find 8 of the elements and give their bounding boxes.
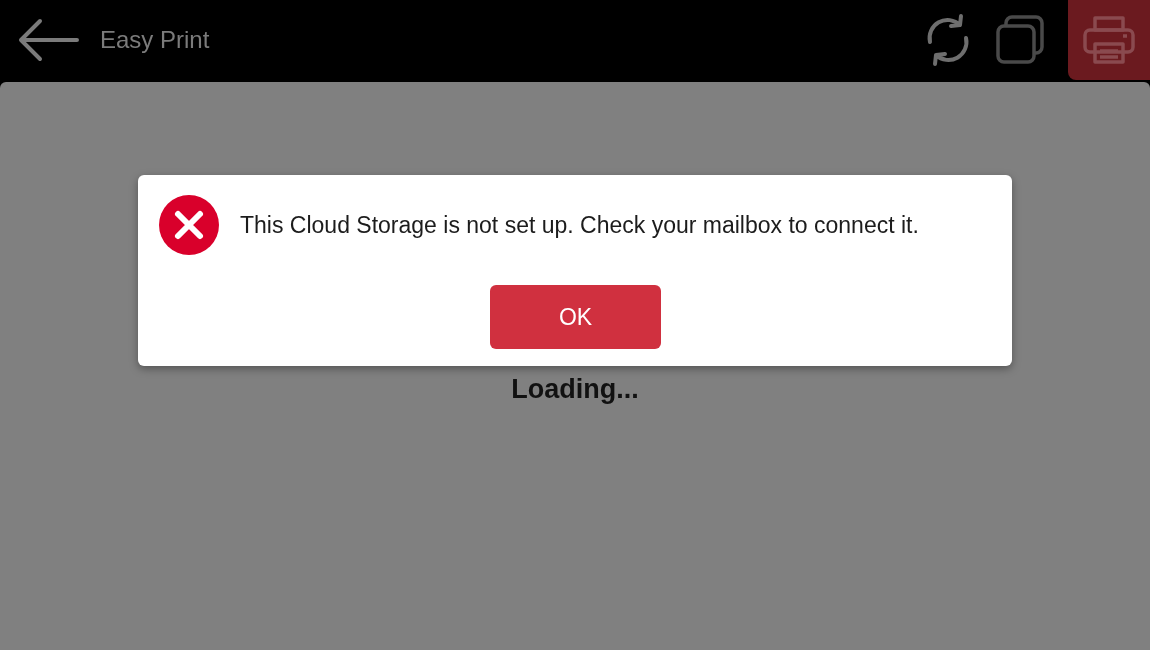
- back-arrow-icon: [18, 18, 80, 62]
- error-icon: [159, 195, 219, 255]
- alert-message: This Cloud Storage is not set up. Check your mailbox to connect it.: [240, 211, 919, 239]
- ok-button[interactable]: OK: [490, 285, 661, 349]
- back-button[interactable]: [18, 18, 80, 62]
- loading-label: Loading...: [511, 374, 639, 405]
- printer-icon: [1081, 14, 1137, 66]
- app-title: Easy Print: [100, 26, 210, 54]
